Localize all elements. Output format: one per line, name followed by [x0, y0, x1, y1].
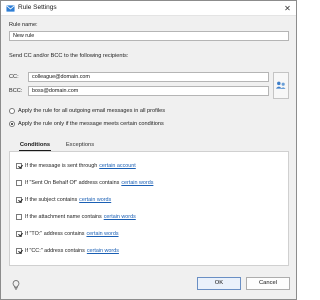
recipients-label: Send CC and/or BCC to the following reci…: [9, 53, 129, 59]
rule-settings-icon: [6, 5, 15, 12]
condition-checkbox[interactable]: [16, 180, 22, 186]
condition-checkbox[interactable]: [16, 231, 22, 237]
cc-label: CC:: [9, 74, 19, 80]
condition-link[interactable]: certain words: [104, 214, 136, 220]
window-title: Rule Settings: [18, 4, 57, 11]
condition-row: If the attachment name contains certain …: [16, 213, 136, 221]
condition-link[interactable]: certain words: [86, 231, 118, 237]
radio-apply-all-label: Apply the rule for all outgoing email me…: [18, 108, 166, 114]
cancel-button[interactable]: Cancel: [246, 277, 290, 290]
condition-checkbox[interactable]: [16, 197, 22, 203]
radio-button-selected[interactable]: [9, 121, 15, 127]
radio-apply-all[interactable]: Apply the rule for all outgoing email me…: [9, 107, 165, 115]
condition-checkbox[interactable]: [16, 163, 22, 169]
address-book-button[interactable]: [273, 72, 289, 99]
radio-apply-conditional[interactable]: Apply the rule only if the message meets…: [9, 120, 164, 128]
condition-checkbox[interactable]: [16, 214, 22, 220]
condition-text: If "Sent On Behalf Of" address contains: [25, 180, 120, 186]
condition-text: If the message is sent through: [25, 163, 98, 169]
rule-name-input[interactable]: New rule: [9, 31, 289, 41]
radio-button[interactable]: [9, 108, 15, 114]
radio-apply-conditional-label: Apply the rule only if the message meets…: [18, 121, 164, 127]
condition-text: If the attachment name contains: [25, 214, 102, 220]
tab-strip: Conditions Exceptions: [9, 139, 289, 151]
rule-name-label: Rule name:: [9, 22, 38, 28]
rule-settings-dialog: Rule Settings ✕ Rule name: New rule Send…: [0, 0, 297, 300]
condition-text: If the subject contains: [25, 197, 78, 203]
title-bar: Rule Settings ✕: [1, 1, 296, 16]
condition-link[interactable]: certain words: [87, 248, 119, 254]
bcc-label: BCC:: [9, 88, 23, 94]
cc-input[interactable]: colleague@domain.com: [28, 72, 269, 82]
tab-exceptions[interactable]: Exceptions: [61, 139, 99, 151]
lightbulb-icon[interactable]: [12, 280, 20, 290]
condition-row: If the message is sent through certain a…: [16, 162, 136, 170]
condition-text: If "CC:" address contains: [25, 248, 85, 254]
close-icon[interactable]: ✕: [282, 3, 293, 14]
condition-link[interactable]: certain account: [99, 163, 136, 169]
tab-conditions[interactable]: Conditions: [13, 139, 57, 151]
contacts-icon: [275, 81, 286, 89]
condition-checkbox[interactable]: [16, 248, 22, 254]
bcc-input[interactable]: boss@domain.com: [28, 86, 269, 96]
ok-button[interactable]: OK: [197, 277, 241, 290]
condition-link[interactable]: certain words: [121, 180, 153, 186]
condition-text: If "TO:" address contains: [25, 231, 85, 237]
condition-link[interactable]: certain words: [79, 197, 111, 203]
condition-row: If "Sent On Behalf Of" address contains …: [16, 179, 153, 187]
conditions-panel: If the message is sent through certain a…: [9, 151, 289, 266]
condition-row: If "TO:" address contains certain words: [16, 230, 119, 238]
condition-row: If the subject contains certain words: [16, 196, 111, 204]
condition-row: If "CC:" address contains certain words: [16, 247, 119, 255]
